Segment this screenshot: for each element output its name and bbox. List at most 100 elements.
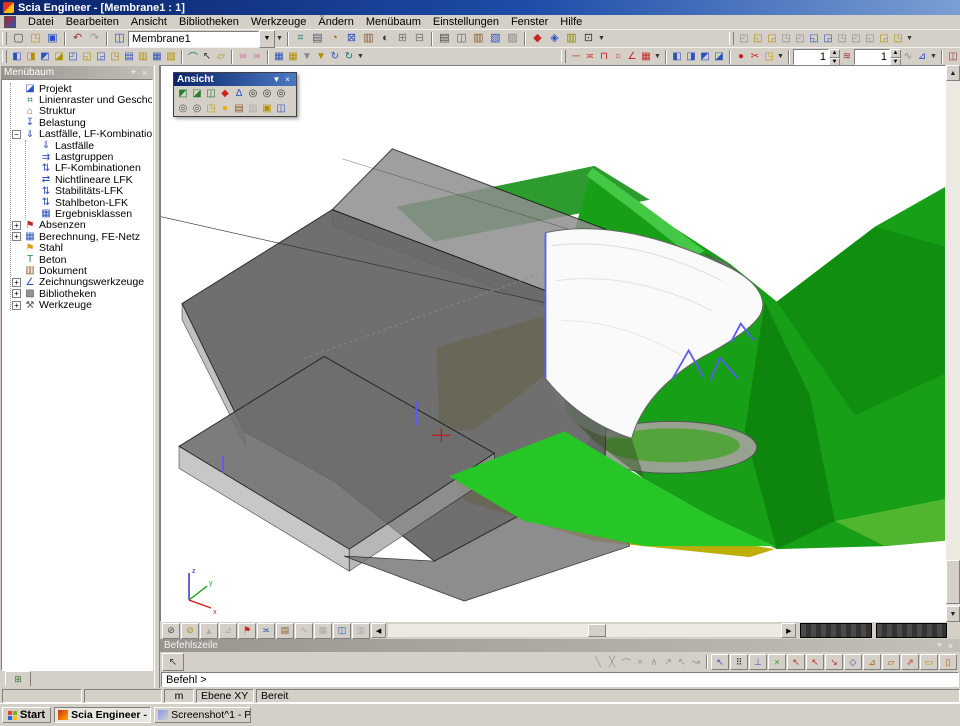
shrink-members-icon[interactable]: ∿	[295, 623, 313, 639]
view-window-2-icon[interactable]: ◱	[751, 32, 765, 45]
tree-item[interactable]: ⌂Struktur	[12, 106, 152, 117]
line-icon[interactable]: ─	[569, 50, 583, 63]
rib-icon[interactable]: ▤	[122, 50, 136, 63]
vertical-scroll-track[interactable]	[946, 81, 960, 606]
parallel-icon[interactable]: ≍	[583, 50, 597, 63]
toolbar-grip[interactable]	[2, 32, 7, 45]
close-icon[interactable]: ×	[139, 68, 150, 78]
task-button[interactable]: Scia Engineer - [...	[54, 707, 151, 723]
view-window-6-icon[interactable]: ◱	[807, 32, 821, 45]
mdi-child-icon[interactable]	[4, 16, 16, 28]
tree-item[interactable]: +▦Berechnung, FE-Netz	[12, 231, 152, 242]
selection-spinbox[interactable]: 1	[793, 49, 829, 65]
walk-through-icon[interactable]: ∆	[232, 87, 246, 100]
table-input-icon[interactable]: ▦	[286, 50, 300, 63]
eraser-icon[interactable]: ▱	[214, 50, 228, 63]
report-icon[interactable]: ◐	[377, 31, 394, 46]
load-panel-icon[interactable]: ▥	[136, 50, 150, 63]
tree-item[interactable]: ⇅Stabilitäts-LFK	[28, 186, 152, 197]
chart-icon[interactable]: ▥	[563, 31, 580, 46]
command-input[interactable]: Befehl >	[161, 672, 959, 687]
task-button[interactable]: Screenshot^1 - Pa...	[154, 707, 251, 723]
open-folder-icon[interactable]: ◳	[27, 31, 44, 46]
escape-button[interactable]: ↖	[162, 653, 184, 671]
zoom-previous-icon[interactable]: ◎	[176, 102, 190, 115]
view-window-8-icon[interactable]: ◳	[835, 32, 849, 45]
tree-item[interactable]: +∠Zeichnungswerkzeuge	[12, 277, 152, 288]
project-combo-dropdown[interactable]: ▼	[259, 30, 275, 48]
snap-line-icon[interactable]: ╲	[591, 656, 605, 669]
snap-off-icon[interactable]: ×	[633, 656, 647, 669]
scroll-left-icon[interactable]: ◀	[371, 623, 386, 638]
menu-menübaum[interactable]: Menübaum	[360, 15, 427, 29]
beam-icon[interactable]: ◨	[24, 50, 38, 63]
tree-item[interactable]: ↧Belastung	[12, 117, 152, 128]
label-nodes-icon[interactable]: ▲	[200, 623, 218, 639]
calculation-icon[interactable]: ⌗	[292, 31, 309, 46]
raster-icon[interactable]: ▦	[639, 50, 653, 63]
snap-endpoint-icon[interactable]: ↖	[787, 654, 805, 670]
zoom-all-icon[interactable]: ◎	[190, 102, 204, 115]
dot-grid-icon[interactable]: ⠿	[730, 654, 748, 670]
zoom-window-icon[interactable]: ◎	[274, 87, 288, 100]
mesh-icon[interactable]: ▤	[309, 31, 326, 46]
filter-1-icon[interactable]: ▼	[300, 50, 314, 63]
tree-item[interactable]: −⇓Lastfälle, LF-Kombinationen	[12, 129, 152, 140]
snap-midpoint-icon[interactable]: ∧	[647, 656, 661, 669]
tree-item[interactable]: ▦Ergebnisklassen	[28, 208, 152, 219]
tree-expander[interactable]: +	[12, 301, 21, 310]
view-window-9-icon[interactable]: ◰	[849, 32, 863, 45]
snap-percent-icon[interactable]: ⇗	[901, 654, 919, 670]
status-plane[interactable]: Ebene XY	[196, 689, 254, 703]
tree-item[interactable]: ◪Projekt	[12, 83, 152, 94]
snap-segment-icon[interactable]: ╳	[605, 656, 619, 669]
extrude-4-icon[interactable]: ◪	[712, 50, 726, 63]
import-dwg-icon[interactable]: ◳	[762, 50, 776, 63]
tree-item[interactable]: ⇅Stahlbeton-LFK	[28, 197, 152, 208]
document-icon[interactable]: ▥	[470, 31, 487, 46]
vertical-scrollbar[interactable]: ▲ ▼	[946, 65, 960, 622]
extrude-3-icon[interactable]: ◩	[698, 50, 712, 63]
link-parts-icon[interactable]: ⊘	[181, 623, 199, 639]
column-icon[interactable]: ◩	[38, 50, 52, 63]
view-window-3-icon[interactable]: ◲	[765, 32, 779, 45]
catalog-block-icon[interactable]: ▦	[150, 50, 164, 63]
tree-item[interactable]: +⚑Absenzen	[12, 220, 152, 231]
refresh-2-icon[interactable]: ↻	[342, 50, 356, 63]
view-window-7-icon[interactable]: ◲	[821, 32, 835, 45]
tree-item[interactable]: TBeton	[12, 254, 152, 265]
horizontal-scroll-track[interactable]	[388, 624, 781, 637]
selection-spin-buttons[interactable]: ▲▼	[829, 49, 840, 65]
scale-spinbox[interactable]: 1	[854, 49, 890, 65]
menu-einstellungen[interactable]: Einstellungen	[427, 15, 505, 29]
model-viewport[interactable]: z y x Ansicht ▼ × ◩◪◫◆∆◎◎◎ ◎◎◳●▤▥▣◫	[160, 65, 946, 622]
docked-panel-1[interactable]	[800, 623, 871, 638]
table-results-icon[interactable]: ▦	[272, 50, 286, 63]
docked-panel-2[interactable]	[876, 623, 947, 638]
undo-icon[interactable]: ↶	[69, 31, 86, 46]
page-setup-icon[interactable]: ▨	[504, 31, 521, 46]
window-arrange-icon[interactable]: ⊟	[411, 31, 428, 46]
close-icon[interactable]: ×	[282, 75, 293, 84]
snap-node-icon[interactable]: ↖	[806, 654, 824, 670]
view-window-11-icon[interactable]: ◲	[877, 32, 891, 45]
extrude-1-icon[interactable]: ◧	[670, 50, 684, 63]
tree-item[interactable]: ⚑Stahl	[12, 242, 152, 253]
tree-expander[interactable]: +	[12, 289, 21, 298]
menu-ansicht[interactable]: Ansicht	[125, 15, 173, 29]
tree-item[interactable]: ⇄Nichtlineare LFK	[28, 174, 152, 185]
save-icon[interactable]: ▣	[44, 31, 61, 46]
scroll-down-icon[interactable]: ▼	[946, 606, 960, 622]
new-icon[interactable]: ▢	[10, 31, 27, 46]
row2-dropdown[interactable]: ▼	[356, 49, 365, 64]
toolbar-grip[interactable]	[561, 50, 566, 63]
view-dir-x-icon[interactable]: ◩	[176, 87, 190, 100]
hatching-icon[interactable]: ▦	[314, 623, 332, 639]
view-window-12-icon[interactable]: ◳	[891, 32, 905, 45]
redo-icon[interactable]: ↷	[86, 31, 103, 46]
snap-arc-icon[interactable]: ⌒	[619, 656, 633, 669]
tree-item[interactable]: +▩Bibliotheken	[12, 288, 152, 299]
snap-tangent-icon[interactable]: ↝	[689, 656, 703, 669]
render-mode-icon[interactable]: ▤	[276, 623, 294, 639]
scale-dropdown[interactable]: ▼	[929, 49, 938, 64]
